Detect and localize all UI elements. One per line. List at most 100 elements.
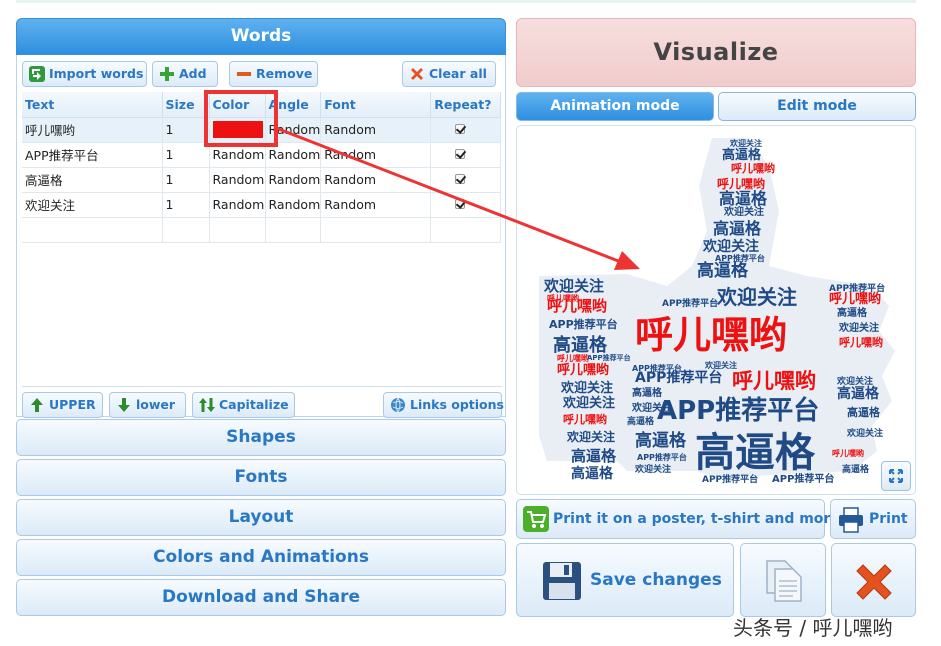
edit-mode-tab[interactable]: Edit mode xyxy=(718,92,916,121)
delete-button[interactable] xyxy=(831,543,916,617)
cell-font[interactable]: Random xyxy=(320,167,432,193)
cell-text[interactable]: 高逼格 xyxy=(22,167,163,193)
words-table: Text Size Color Angle Font Repeat? 呼儿嘿哟 … xyxy=(22,92,502,243)
cell-repeat[interactable] xyxy=(430,167,502,193)
svg-text:高逼格: 高逼格 xyxy=(719,189,768,208)
cell-repeat[interactable] xyxy=(430,142,502,168)
svg-text:高逼格: 高逼格 xyxy=(695,430,816,476)
table-row[interactable]: 高逼格 1 Random Random Random xyxy=(22,167,502,193)
visualize-button[interactable]: Visualize xyxy=(516,18,916,87)
svg-text:APP推荐平台: APP推荐平台 xyxy=(662,297,718,309)
svg-text:欢迎关注: 欢迎关注 xyxy=(716,285,797,309)
cell-color[interactable] xyxy=(209,117,266,143)
cell-text[interactable]: APP推荐平台 xyxy=(22,142,163,168)
color-swatch[interactable] xyxy=(212,121,263,138)
repeat-checkbox[interactable] xyxy=(455,124,466,134)
cell-size[interactable]: 1 xyxy=(162,117,210,143)
cell-font[interactable]: Random xyxy=(320,117,432,143)
add-button[interactable]: Add xyxy=(152,61,218,87)
svg-text:APP推荐平台: APP推荐平台 xyxy=(772,472,834,485)
section-shapes[interactable]: Shapes xyxy=(16,419,506,456)
cell-text[interactable]: 欢迎关注 xyxy=(22,192,163,218)
wordcloud-thumbs-up: 欢迎关注 高逼格 呼儿嘿哟 呼儿嘿哟 高逼格 欢迎关注 高逼格 欢迎关注 APP… xyxy=(539,138,895,485)
column-repeat[interactable]: Repeat? xyxy=(430,92,502,118)
column-size[interactable]: Size xyxy=(162,92,210,118)
upper-label: UPPER xyxy=(49,397,96,412)
minus-icon xyxy=(237,72,251,76)
table-row-empty[interactable] xyxy=(22,217,502,243)
svg-text:高逼格: 高逼格 xyxy=(722,147,762,163)
column-angle[interactable]: Angle xyxy=(265,92,322,118)
lower-label: lower xyxy=(136,397,176,412)
repeat-checkbox[interactable] xyxy=(455,149,466,159)
remove-button[interactable]: Remove xyxy=(229,61,318,87)
section-download-share[interactable]: Download and Share xyxy=(16,579,506,616)
duplicate-button[interactable] xyxy=(740,543,826,617)
svg-text:欢迎关注: 欢迎关注 xyxy=(838,321,879,334)
cell-empty[interactable] xyxy=(162,217,210,243)
cell-font[interactable]: Random xyxy=(320,142,432,168)
save-changes-label: Save changes xyxy=(590,570,722,590)
arrows-up-down-icon xyxy=(199,398,215,412)
cell-repeat[interactable] xyxy=(430,192,502,218)
links-options-button[interactable]: Links options xyxy=(383,392,504,418)
cell-font[interactable]: Random xyxy=(320,192,432,218)
lower-button[interactable]: lower xyxy=(109,392,186,418)
table-row[interactable]: 欢迎关注 1 Random Random Random xyxy=(22,192,502,218)
repeat-checkbox[interactable] xyxy=(455,174,466,184)
save-changes-button[interactable]: Save changes xyxy=(516,543,734,617)
svg-text:高逼格: 高逼格 xyxy=(697,260,749,281)
column-text[interactable]: Text xyxy=(22,92,163,118)
clear-all-button[interactable]: Clear all xyxy=(402,61,496,87)
print-poster-button[interactable]: Print it on a poster, t-shirt and more! xyxy=(516,499,846,539)
section-fonts[interactable]: Fonts xyxy=(16,459,506,496)
svg-text:呼儿嘿哟: 呼儿嘿哟 xyxy=(839,335,883,349)
svg-text:APP推荐平台: APP推荐平台 xyxy=(635,369,722,386)
cell-empty[interactable] xyxy=(320,217,432,243)
column-font[interactable]: Font xyxy=(320,92,432,118)
watermark: 头条号 / 呼儿嘿哟 xyxy=(733,616,893,640)
svg-text:高逼格: 高逼格 xyxy=(842,463,870,475)
cell-angle[interactable]: Random xyxy=(265,167,322,193)
table-row[interactable]: APP推荐平台 1 Random Random Random xyxy=(22,142,502,168)
table-row[interactable]: 呼儿嘿哟 1 Random Random xyxy=(22,117,502,143)
cell-repeat[interactable] xyxy=(430,117,502,143)
upper-button[interactable]: UPPER xyxy=(22,392,103,418)
cell-size[interactable]: 1 xyxy=(162,192,210,218)
print-label: Print xyxy=(869,511,908,527)
cell-angle[interactable]: Random xyxy=(265,117,322,143)
capitalize-button[interactable]: Capitalize xyxy=(192,392,295,418)
wordcloud-canvas[interactable]: 欢迎关注 高逼格 呼儿嘿哟 呼儿嘿哟 高逼格 欢迎关注 高逼格 欢迎关注 APP… xyxy=(516,125,916,495)
cell-empty[interactable] xyxy=(209,217,266,243)
cell-color[interactable]: Random xyxy=(209,167,266,193)
cell-empty[interactable] xyxy=(265,217,322,243)
cell-color[interactable]: Random xyxy=(209,192,266,218)
column-color[interactable]: Color xyxy=(209,92,266,118)
cell-text[interactable]: 呼儿嘿哟 xyxy=(22,117,163,143)
cell-empty[interactable] xyxy=(22,217,163,243)
fullscreen-button[interactable] xyxy=(881,461,911,491)
cell-angle[interactable]: Random xyxy=(265,142,322,168)
cell-empty[interactable] xyxy=(430,217,502,243)
shopping-cart-icon xyxy=(523,506,549,532)
section-colors-animations[interactable]: Colors and Animations xyxy=(16,539,506,576)
svg-text:高逼格: 高逼格 xyxy=(837,385,880,402)
words-panel-header[interactable]: Words xyxy=(16,18,506,55)
svg-text:高逼格: 高逼格 xyxy=(571,465,614,482)
svg-text:高逼格: 高逼格 xyxy=(553,334,608,356)
cell-size[interactable]: 1 xyxy=(162,167,210,193)
capitalize-label: Capitalize xyxy=(219,397,289,412)
cell-angle[interactable]: Random xyxy=(265,192,322,218)
repeat-checkbox[interactable] xyxy=(455,199,466,209)
svg-text:呼儿嘿哟: 呼儿嘿哟 xyxy=(832,448,864,458)
import-icon xyxy=(29,66,45,82)
import-words-button[interactable]: Import words xyxy=(22,61,147,87)
print-button[interactable]: Print xyxy=(830,499,916,539)
svg-text:欢迎关注: 欢迎关注 xyxy=(562,395,615,411)
section-layout[interactable]: Layout xyxy=(16,499,506,536)
svg-text:呼儿嘿哟: 呼儿嘿哟 xyxy=(635,313,787,357)
cell-size[interactable]: 1 xyxy=(162,142,210,168)
animation-mode-tab[interactable]: Animation mode xyxy=(516,92,714,121)
cell-color[interactable]: Random xyxy=(209,142,266,168)
remove-label: Remove xyxy=(256,66,313,81)
